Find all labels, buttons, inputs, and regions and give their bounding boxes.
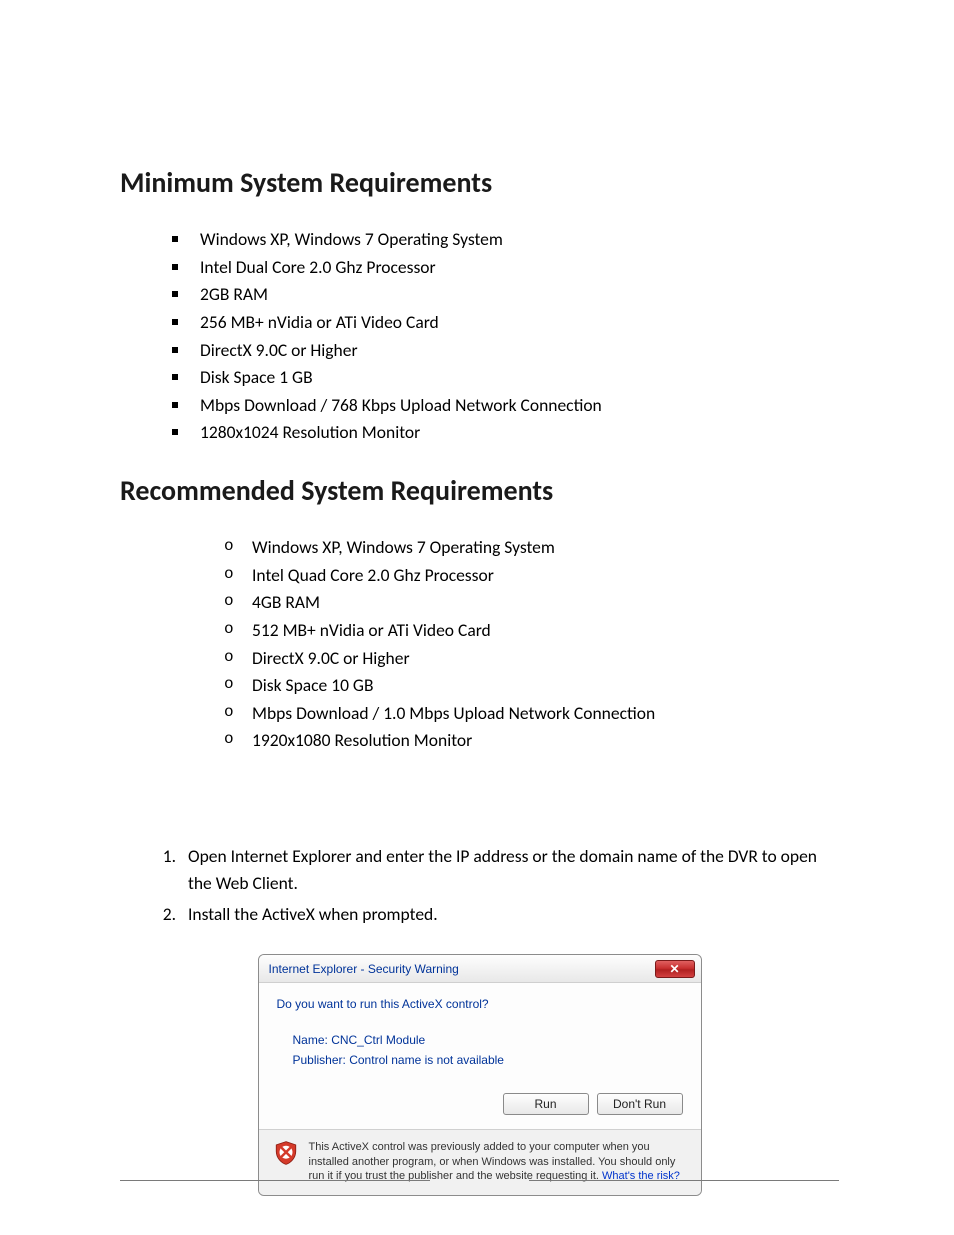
list-item: DirectX 9.0C or Higher	[180, 339, 839, 363]
list-item: DirectX 9.0C or Higher	[232, 647, 839, 671]
footer-rule-left	[120, 1180, 430, 1181]
dialog-footer-text: This ActiveX control was previously adde…	[309, 1140, 687, 1183]
list-item: 4GB RAM	[232, 591, 839, 615]
minimum-heading: Minimum System Requirements	[120, 165, 839, 200]
dialog-title: Internet Explorer - Security Warning	[269, 962, 459, 976]
list-item: 1920x1080 Resolution Monitor	[232, 729, 839, 753]
steps-list: Open Internet Explorer and enter the IP …	[180, 843, 839, 928]
close-icon: ✕	[669, 962, 679, 976]
dialog-footer: This ActiveX control was previously adde…	[259, 1129, 701, 1195]
list-item: Intel Quad Core 2.0 Ghz Processor	[232, 564, 839, 588]
list-item: 1280x1024 Resolution Monitor	[180, 421, 839, 445]
list-item: Intel Dual Core 2.0 Ghz Processor	[180, 256, 839, 280]
security-warning-dialog: Internet Explorer - Security Warning ✕ D…	[258, 954, 702, 1196]
close-button[interactable]: ✕	[655, 960, 695, 978]
list-item: Mbps Download / 768 Kbps Upload Network …	[180, 394, 839, 418]
dialog-question: Do you want to run this ActiveX control?	[277, 997, 683, 1011]
step-item: Install the ActiveX when prompted.	[180, 901, 839, 928]
dialog-titlebar: Internet Explorer - Security Warning ✕	[259, 955, 701, 983]
run-button[interactable]: Run	[503, 1093, 589, 1115]
list-item: Windows XP, Windows 7 Operating System	[232, 536, 839, 560]
step-item: Open Internet Explorer and enter the IP …	[180, 843, 839, 897]
list-item: Disk Space 10 GB	[232, 674, 839, 698]
dialog-body: Do you want to run this ActiveX control?…	[259, 983, 701, 1081]
list-item: Mbps Download / 1.0 Mbps Upload Network …	[232, 702, 839, 726]
name-label: Name:	[293, 1033, 328, 1047]
page-footer-rule	[120, 1180, 839, 1181]
minimum-requirements-list: Windows XP, Windows 7 Operating System I…	[180, 228, 839, 445]
list-item: Windows XP, Windows 7 Operating System	[180, 228, 839, 252]
dont-run-button[interactable]: Don't Run	[597, 1093, 683, 1115]
shield-warning-icon	[273, 1140, 299, 1166]
dialog-button-row: Run Don't Run	[259, 1081, 701, 1129]
publisher-value: Control name is not available	[349, 1053, 504, 1067]
dialog-publisher-row: Publisher: Control name is not available	[293, 1053, 683, 1067]
recommended-heading: Recommended System Requirements	[120, 473, 839, 508]
footer-rule-right	[529, 1180, 839, 1181]
list-item: 512 MB+ nVidia or ATi Video Card	[232, 619, 839, 643]
recommended-requirements-list: Windows XP, Windows 7 Operating System I…	[232, 536, 839, 753]
list-item: 2GB RAM	[180, 283, 839, 307]
name-value: CNC_Ctrl Module	[331, 1033, 425, 1047]
dialog-name-row: Name: CNC_Ctrl Module	[293, 1033, 683, 1047]
publisher-label: Publisher:	[293, 1053, 346, 1067]
list-item: 256 MB+ nVidia or ATi Video Card	[180, 311, 839, 335]
list-item: Disk Space 1 GB	[180, 366, 839, 390]
